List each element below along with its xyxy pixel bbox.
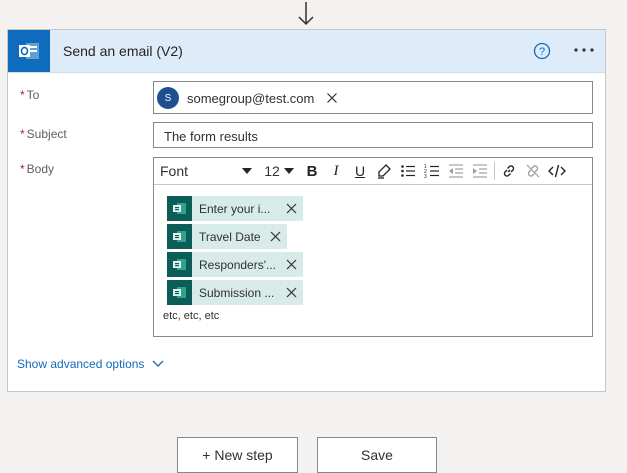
forms-icon xyxy=(167,224,192,249)
svg-text:?: ? xyxy=(539,46,545,58)
decrease-indent-icon xyxy=(449,164,463,178)
chevron-down-icon xyxy=(283,168,294,174)
body-text: etc, etc, etc xyxy=(163,310,220,322)
chevron-down-icon xyxy=(152,360,164,367)
code-view-button[interactable] xyxy=(545,158,569,184)
bullet-list-button[interactable] xyxy=(396,158,420,184)
marker-icon xyxy=(378,164,391,179)
body-editor[interactable]: Font 12 B I U 1 2 3 Enter your i... Trav… xyxy=(153,157,593,337)
remove-link-button[interactable] xyxy=(521,158,545,184)
subject-value: The form results xyxy=(164,129,258,144)
token-label: Enter your i... xyxy=(199,201,271,216)
italic-button[interactable]: I xyxy=(324,158,348,184)
increase-indent-button[interactable] xyxy=(468,158,492,184)
recipient-email: somegroup@test.com xyxy=(187,90,315,106)
insert-link-button[interactable] xyxy=(497,158,521,184)
connector-arrow-icon xyxy=(298,2,314,26)
outlook-icon xyxy=(8,30,50,72)
send-email-action-card: Send an email (V2) ? * To S somegroup@tes… xyxy=(7,29,606,392)
token-label: Submission ... xyxy=(199,285,275,300)
save-button[interactable]: Save xyxy=(317,437,437,473)
font-size-select[interactable]: 12 xyxy=(258,158,300,184)
link-icon xyxy=(503,165,515,177)
remove-token-icon[interactable] xyxy=(270,231,281,242)
remove-token-icon[interactable] xyxy=(286,259,297,270)
font-family-select[interactable]: Font xyxy=(154,158,258,184)
unlink-icon xyxy=(526,164,540,178)
remove-token-icon[interactable] xyxy=(286,287,297,298)
numbered-list-icon: 1 2 3 xyxy=(424,164,439,179)
to-label: * To xyxy=(20,88,40,102)
help-icon[interactable]: ? xyxy=(533,42,551,60)
font-family-value: Font xyxy=(160,163,189,179)
dynamic-token[interactable]: Enter your i... xyxy=(167,196,303,221)
increase-indent-icon xyxy=(473,164,487,178)
highlight-button[interactable] xyxy=(372,158,396,184)
body-label: * Body xyxy=(20,162,55,176)
remove-token-icon[interactable] xyxy=(286,203,297,214)
subject-label: * Subject xyxy=(20,127,67,141)
action-title: Send an email (V2) xyxy=(63,43,183,59)
remove-recipient-icon[interactable] xyxy=(326,92,338,104)
to-field[interactable]: S somegroup@test.com xyxy=(153,81,593,114)
rich-text-toolbar: Font 12 B I U 1 2 3 xyxy=(154,158,592,185)
subject-field[interactable]: The form results xyxy=(153,122,593,148)
bullet-list-icon xyxy=(401,165,415,177)
forms-icon xyxy=(167,196,192,221)
action-header[interactable]: Send an email (V2) ? xyxy=(8,30,605,73)
forms-icon xyxy=(167,252,192,277)
svg-text:3: 3 xyxy=(424,174,427,179)
font-size-value: 12 xyxy=(264,163,280,179)
decrease-indent-button[interactable] xyxy=(444,158,468,184)
token-label: Travel Date xyxy=(199,229,261,244)
advanced-options-label: Show advanced options xyxy=(17,357,145,371)
forms-icon xyxy=(167,280,192,305)
more-options-icon[interactable] xyxy=(571,40,597,60)
dynamic-token[interactable]: Responders'... xyxy=(167,252,303,277)
chevron-down-icon xyxy=(242,168,252,174)
show-advanced-options-link[interactable]: Show advanced options xyxy=(17,357,164,371)
dynamic-token[interactable]: Travel Date xyxy=(167,224,287,249)
new-step-button[interactable]: + New step xyxy=(177,437,298,473)
recipient-chip[interactable]: S somegroup@test.com xyxy=(157,86,338,110)
numbered-list-button[interactable]: 1 2 3 xyxy=(420,158,444,184)
underline-button[interactable]: U xyxy=(348,158,372,184)
code-icon xyxy=(548,164,566,178)
token-label: Responders'... xyxy=(199,257,276,272)
dynamic-token[interactable]: Submission ... xyxy=(167,280,303,305)
toolbar-divider xyxy=(494,162,495,180)
avatar: S xyxy=(157,87,179,109)
bold-button[interactable]: B xyxy=(300,158,324,184)
